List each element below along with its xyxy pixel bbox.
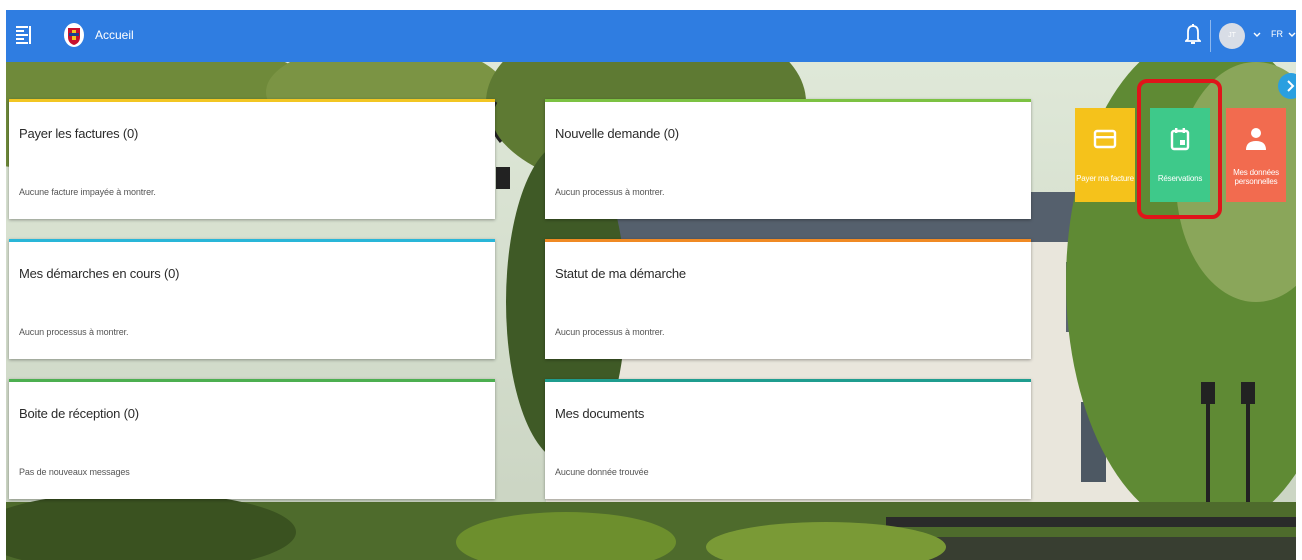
card-mes-documents[interactable]: Mes documents Aucune donnée trouvée [545,379,1031,499]
avatar[interactable]: JT [1219,23,1245,49]
card-title: Nouvelle demande (0) [555,126,679,141]
card-title: Payer les factures (0) [19,126,139,141]
tile-mes-donnees[interactable]: Mes données personnelles [1226,108,1286,202]
card-title: Mes documents [555,406,645,421]
bell-icon[interactable] [1185,23,1201,47]
tile-payer-facture[interactable]: Payer ma facture [1075,108,1135,202]
language-selector[interactable]: FR [1271,29,1283,39]
card-text: Aucune donnée trouvée [555,467,649,477]
top-bar: Accueil JT FR [6,10,1296,62]
tile-reservations[interactable]: Réservations [1150,108,1210,202]
card-text: Aucun processus à montrer. [555,187,665,197]
tile-label: Mes données personnelles [1233,168,1279,186]
menu-icon[interactable] [16,26,32,46]
card-boite-reception[interactable]: Boite de réception (0) Pas de nouveaux m… [9,379,495,499]
chevron-down-icon[interactable] [1288,32,1296,38]
card-statut-demarche[interactable]: Statut de ma démarche Aucun processus à … [545,239,1031,359]
card-title: Boite de réception (0) [19,406,139,421]
city-logo [64,23,84,47]
card-text: Pas de nouveaux messages [19,467,130,477]
card-payer-factures[interactable]: Payer les factures (0) Aucune facture im… [9,99,495,219]
card-mes-demarches[interactable]: Mes démarches en cours (0) Aucun process… [9,239,495,359]
page-title: Accueil [95,28,134,42]
header-divider [1210,20,1211,52]
card-nouvelle-demande[interactable]: Nouvelle demande (0) Aucun processus à m… [545,99,1031,219]
tile-label: Payer ma facture [1076,174,1134,183]
card-text: Aucun processus à montrer. [555,327,665,337]
card-text: Aucune facture impayée à montrer. [19,187,156,197]
chevron-right-icon [1287,80,1295,92]
card-text: Aucun processus à montrer. [19,327,129,337]
calendar-icon [1170,128,1190,151]
tile-label: Réservations [1157,174,1203,183]
card-title: Statut de ma démarche [555,266,686,281]
card-title: Mes démarches en cours (0) [19,266,180,281]
person-icon [1246,128,1266,150]
app-frame: Accueil JT FR Payer les factures (0) Auc… [6,10,1296,560]
chevron-down-icon[interactable] [1253,32,1261,38]
invoice-icon [1093,129,1117,149]
